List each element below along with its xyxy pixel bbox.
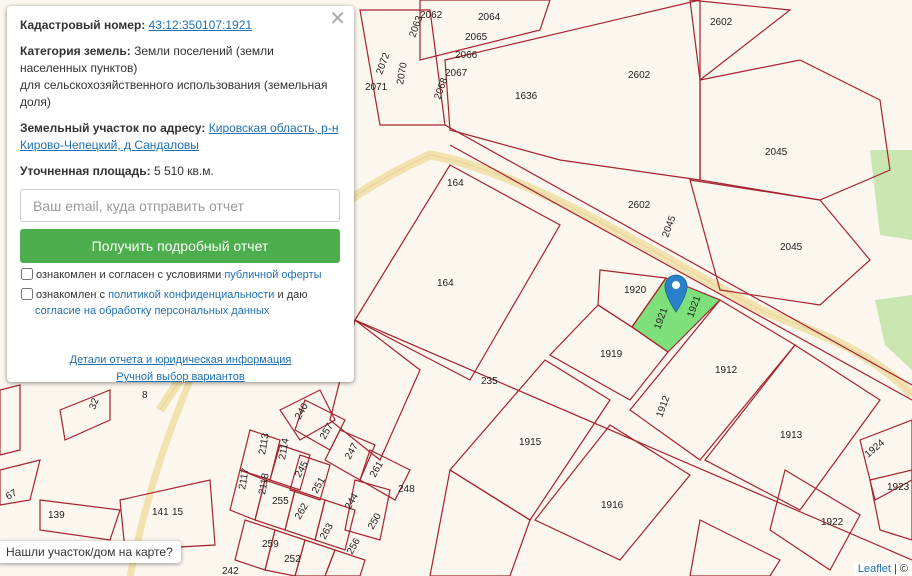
category-label: Категория земель: [20,44,131,58]
parcel-label: 248 [398,484,415,495]
consent-privacy: ознакомлен с политикой конфиденциальност… [20,287,341,319]
parcel-label: 1922 [821,517,844,528]
parcel-label: 1915 [519,437,542,448]
category-value-1: Земли поселений (земли [134,44,274,58]
area-value: 5 510 кв.м. [153,164,214,178]
cadastral-label: Кадастровый номер: [20,18,146,32]
get-report-button[interactable]: Получить подробный отчет [20,229,340,263]
report-details-link[interactable]: Детали отчета и юридическая информация [70,354,292,366]
parcel-label: 2065 [465,32,488,43]
personal-data-link[interactable]: согласие на обработку персональных данны… [35,305,269,317]
consent-and-text: и даю [277,289,308,301]
bottom-links: Детали отчета и юридическая информация Р… [20,352,341,386]
parcel-label: 235 [481,376,498,387]
category-value-4: доля) [20,95,51,109]
parcel-label: 2067 [445,68,468,79]
close-icon[interactable]: ✕ [329,9,346,29]
consent-offer-checkbox[interactable] [21,268,33,280]
cadastral-row: Кадастровый номер: 43:12:350107:1921 [20,17,341,34]
parcel-label: 164 [447,178,464,189]
category-value-3: для сельскохозяйственного использования … [20,78,328,92]
area-row: Уточненная площадь: 5 510 кв.м. [20,163,341,180]
address-link-1[interactable]: Кировская область, р-н [209,121,339,135]
consent-offer-text: ознакомлен и согласен с условиями [36,269,222,281]
found-on-map-tooltip[interactable]: Нашли участок/дом на карте? [0,541,181,563]
parcel-label: 8 [142,390,148,401]
parcel-label: 2064 [478,12,501,23]
parcel-label: 1912 [715,365,738,376]
parcel-label: 242 [222,566,239,576]
parcel-label: 141 [152,507,169,518]
parcel-label: 2045 [765,147,788,158]
parcel-label: 1920 [624,285,647,296]
address-row: Земельный участок по адресу: Кировская о… [20,120,341,154]
parcel-info-popup: ✕ Кадастровый номер: 43:12:350107:1921 К… [7,6,354,383]
category-row: Категория земель: Земли поселений (земли… [20,43,341,111]
consent-privacy-text: ознакомлен с [36,289,106,301]
manual-selection-link[interactable]: Ручной выбор вариантов [116,371,244,383]
cadastral-number-link[interactable]: 43:12:350107:1921 [149,18,252,32]
parcel-label: 1919 [600,349,623,360]
attribution-sep: | © [890,563,908,575]
email-input[interactable] [20,189,340,222]
category-value-2: населенных пунктов) [20,61,138,75]
address-label: Земельный участок по адресу: [20,121,206,135]
area-label: Уточненная площадь: [20,164,151,178]
parcel-label: 2045 [780,242,803,253]
parcel-label: 2071 [365,82,388,93]
parcel-label: 164 [437,278,454,289]
parcel-label: 1916 [601,500,624,511]
parcel-label: 15 [172,507,184,518]
parcel-label: 252 [284,554,301,565]
parcel-label: 259 [262,539,279,550]
public-offer-link[interactable]: публичной оферты [224,269,321,281]
parcel-label: 1923 [887,482,910,493]
parcel-label: 2602 [628,70,651,81]
parcel-label: 2066 [455,50,478,61]
parcel-label: 2602 [710,17,733,28]
map-attribution: Leaflet | © [853,562,912,576]
parcel-label: 1913 [780,430,803,441]
parcel-label: 255 [272,496,289,507]
consent-privacy-checkbox[interactable] [21,288,33,300]
consent-offer: ознакомлен и согласен с условиями публич… [20,267,341,283]
privacy-policy-link[interactable]: политикой конфиденциальности [108,289,274,301]
parcel-label: 139 [48,510,65,521]
address-link-2[interactable]: Кирово-Чепецкий, д Сандаловы [20,138,199,152]
parcel-label: 1636 [515,91,538,102]
leaflet-link[interactable]: Leaflet [858,563,891,575]
parcel-label: 2602 [628,200,651,211]
